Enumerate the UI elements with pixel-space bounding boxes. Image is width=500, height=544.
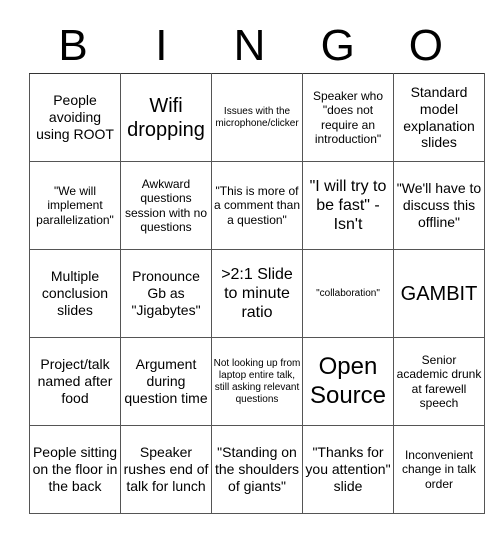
bingo-cell[interactable]: Multiple conclusion slides [29, 249, 121, 338]
bingo-cell[interactable]: Standard model explanation slides [393, 73, 485, 162]
header-letter-n: N [233, 21, 266, 70]
bingo-cell[interactable]: "We'll have to discuss this offline" [393, 161, 485, 250]
bingo-cell[interactable]: Speaker rushes end of talk for lunch [120, 425, 212, 514]
grid-row: People avoiding using ROOT Wifi dropping… [29, 73, 485, 162]
header-letter-i: I [155, 21, 168, 70]
bingo-cell[interactable]: "Standing on the shoulders of giants" [211, 425, 303, 514]
bingo-cell[interactable]: Speaker who "does not require an introdu… [302, 73, 394, 162]
bingo-cell[interactable]: People sitting on the floor in the back [29, 425, 121, 514]
bingo-cell[interactable]: Project/talk named after food [29, 337, 121, 426]
grid-row: Multiple conclusion slides Pronounce Gb … [29, 249, 485, 338]
bingo-cell[interactable]: Wifi dropping [120, 73, 212, 162]
bingo-cell[interactable]: GAMBIT [393, 249, 485, 338]
grid-row: People sitting on the floor in the back … [29, 425, 485, 514]
header-letter-b: B [58, 21, 88, 70]
bingo-cell[interactable]: "Thanks for you attention" slide [302, 425, 394, 514]
bingo-cell[interactable]: Not looking up from laptop entire talk, … [211, 337, 303, 426]
header-letter-o: O [408, 21, 444, 70]
bingo-cell[interactable]: Inconvenient change in talk order [393, 425, 485, 514]
bingo-cell[interactable]: Open Source [302, 337, 394, 426]
header-letter-g: G [320, 21, 355, 70]
bingo-cell[interactable]: "This is more of a comment than a questi… [211, 161, 303, 250]
bingo-cell[interactable]: "I will try to be fast" - Isn't [302, 161, 394, 250]
bingo-cell[interactable]: "We will implement parallelization" [29, 161, 121, 250]
bingo-cell[interactable]: Awkward questions session with no questi… [120, 161, 212, 250]
bingo-cell[interactable]: >2:1 Slide to minute ratio [211, 249, 303, 338]
bingo-cell[interactable]: Senior academic drunk at farewell speech [393, 337, 485, 426]
bingo-header: B I N G O [29, 20, 470, 72]
bingo-cell[interactable]: Argument during question time [120, 337, 212, 426]
bingo-cell[interactable]: Issues with the microphone/clicker [211, 73, 303, 162]
bingo-cell[interactable]: "collaboration" [302, 249, 394, 338]
grid-row: Project/talk named after food Argument d… [29, 337, 485, 426]
bingo-cell[interactable]: Pronounce Gb as "Jigabytes" [120, 249, 212, 338]
bingo-grid: People avoiding using ROOT Wifi dropping… [29, 73, 485, 514]
bingo-cell[interactable]: People avoiding using ROOT [29, 73, 121, 162]
grid-row: "We will implement parallelization" Awkw… [29, 161, 485, 250]
